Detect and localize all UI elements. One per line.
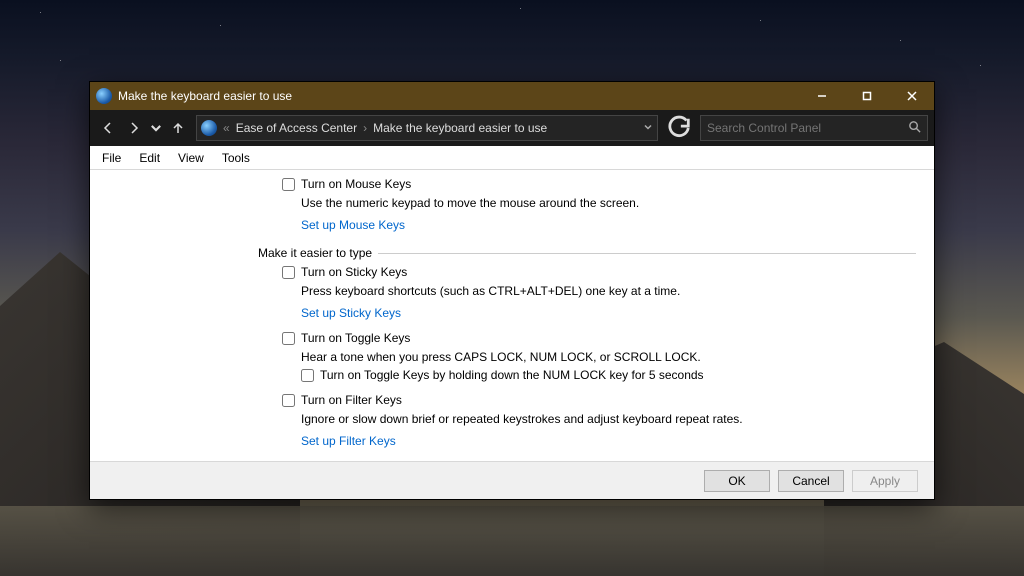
toggle-keys-checkbox[interactable]	[282, 332, 295, 345]
breadcrumb-keyboard[interactable]: Make the keyboard easier to use	[373, 121, 547, 135]
arrow-left-icon	[101, 121, 115, 135]
ease-of-access-icon	[201, 120, 217, 136]
chevron-down-icon	[643, 122, 653, 132]
chevron-down-icon	[149, 121, 163, 135]
chevron-right-icon: ›	[363, 121, 367, 135]
window-title: Make the keyboard easier to use	[118, 89, 292, 103]
mouse-keys-checkbox[interactable]	[282, 178, 295, 191]
arrow-up-icon	[171, 121, 185, 135]
filter-keys-description: Ignore or slow down brief or repeated ke…	[301, 412, 916, 426]
option-sticky-keys: Turn on Sticky Keys Press keyboard short…	[282, 264, 916, 320]
refresh-icon	[666, 115, 692, 141]
filter-keys-checkbox[interactable]	[282, 394, 295, 407]
navigation-bar: « Ease of Access Center › Make the keybo…	[90, 110, 934, 146]
search-icon	[908, 120, 921, 136]
mouse-keys-setup-link[interactable]: Set up Mouse Keys	[301, 218, 405, 232]
address-history-dropdown[interactable]	[643, 121, 653, 135]
menubar: File Edit View Tools	[90, 146, 934, 170]
breadcrumb-root: «	[223, 121, 230, 135]
control-panel-window: Make the keyboard easier to use	[89, 81, 935, 500]
ok-button[interactable]: OK	[704, 470, 770, 492]
menu-view[interactable]: View	[170, 149, 212, 167]
sticky-keys-description: Press keyboard shortcuts (such as CTRL+A…	[301, 284, 916, 298]
mouse-keys-label: Turn on Mouse Keys	[301, 177, 411, 191]
toggle-keys-label: Turn on Toggle Keys	[301, 331, 410, 345]
option-filter-keys: Turn on Filter Keys Ignore or slow down …	[282, 392, 916, 448]
footer-button-bar: OK Cancel Apply	[90, 461, 934, 499]
titlebar[interactable]: Make the keyboard easier to use	[90, 82, 934, 110]
close-icon	[907, 91, 917, 101]
sticky-keys-label: Turn on Sticky Keys	[301, 265, 407, 279]
maximize-icon	[862, 91, 872, 101]
breadcrumb-ease-of-access[interactable]: Ease of Access Center	[236, 121, 357, 135]
arrow-right-icon	[127, 121, 141, 135]
refresh-button[interactable]	[666, 115, 692, 141]
content-area: Turn on Mouse Keys Use the numeric keypa…	[90, 170, 934, 461]
nav-recent-dropdown[interactable]	[148, 116, 164, 140]
address-bar[interactable]: « Ease of Access Center › Make the keybo…	[196, 115, 658, 141]
option-mouse-keys: Turn on Mouse Keys Use the numeric keypa…	[282, 176, 916, 232]
mouse-keys-description: Use the numeric keypad to move the mouse…	[301, 196, 916, 210]
search-input[interactable]	[707, 121, 908, 135]
section-make-easier-to-type: Make it easier to type	[258, 246, 916, 260]
apply-button[interactable]: Apply	[852, 470, 918, 492]
option-toggle-keys: Turn on Toggle Keys Hear a tone when you…	[282, 330, 916, 382]
minimize-icon	[817, 91, 827, 101]
toggle-keys-numlock-shortcut-checkbox[interactable]	[301, 369, 314, 382]
toggle-keys-description: Hear a tone when you press CAPS LOCK, NU…	[301, 350, 916, 364]
sticky-keys-checkbox[interactable]	[282, 266, 295, 279]
menu-tools[interactable]: Tools	[214, 149, 258, 167]
maximize-button[interactable]	[844, 82, 889, 110]
toggle-keys-numlock-shortcut-label: Turn on Toggle Keys by holding down the …	[320, 368, 704, 382]
search-box[interactable]	[700, 115, 928, 141]
nav-forward-button[interactable]	[122, 116, 146, 140]
ease-of-access-icon	[96, 88, 112, 104]
filter-keys-setup-link[interactable]: Set up Filter Keys	[301, 434, 396, 448]
minimize-button[interactable]	[799, 82, 844, 110]
close-button[interactable]	[889, 82, 934, 110]
menu-file[interactable]: File	[94, 149, 129, 167]
filter-keys-label: Turn on Filter Keys	[301, 393, 402, 407]
sticky-keys-setup-link[interactable]: Set up Sticky Keys	[301, 306, 401, 320]
cancel-button[interactable]: Cancel	[778, 470, 844, 492]
menu-edit[interactable]: Edit	[131, 149, 168, 167]
scroll-area[interactable]: Turn on Mouse Keys Use the numeric keypa…	[90, 170, 934, 461]
nav-up-button[interactable]	[166, 116, 190, 140]
nav-back-button[interactable]	[96, 116, 120, 140]
